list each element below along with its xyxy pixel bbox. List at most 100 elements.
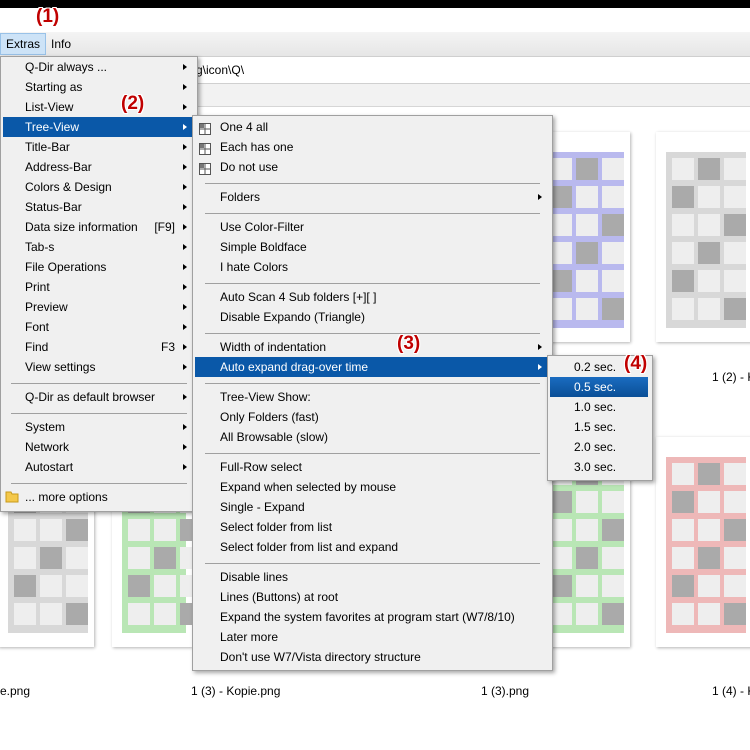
thumb-cell [698,158,720,180]
extras-item-system[interactable]: System [3,417,193,437]
extras-item-starting-as[interactable]: Starting as [3,77,193,97]
thumb-red-preview[interactable] [656,437,750,647]
submenu-arrow-icon [183,304,187,310]
menu-extras[interactable]: Extras [0,33,46,55]
tree-item-simple-boldface[interactable]: Simple Boldface [195,237,548,257]
thumb-cell [698,519,720,541]
tree-item-all-browsable-slow[interactable]: All Browsable (slow) [195,427,548,447]
menu-item-label: 2.0 sec. [574,440,617,454]
time-option-selected[interactable]: 0.5 sec. [550,377,648,397]
menu-item-label: Q-Dir as default browser [25,390,156,404]
extras-item-more-options[interactable]: ... more options [3,487,193,507]
extras-item-view-settings[interactable]: View settings [3,357,193,377]
extras-item-network[interactable]: Network [3,437,193,457]
extras-item-q-dir-always[interactable]: Q-Dir always ... [3,57,193,77]
extras-item-tab-s[interactable]: Tab-s [3,237,193,257]
menu-item-label: Tree-View [25,120,80,134]
thumb-cell [128,603,150,625]
file-name[interactable]: 1 (3) - Kopie.png [191,684,280,698]
thumb-cell [550,214,572,236]
thumb-cell [672,158,694,180]
thumb-cell [550,547,572,569]
menu-item-label: ... more options [25,490,108,504]
thumb-cell [672,298,694,320]
menu-item-label: Auto expand drag-over time [220,360,369,374]
submenu-arrow-icon [183,64,187,70]
address-input[interactable]: g\icon\Q\ [196,61,244,79]
extras-item-print[interactable]: Print [3,277,193,297]
thumb-cell [576,214,598,236]
tree-item-folders[interactable]: Folders [195,187,548,207]
tree-item-don-t-use-w7-vista-directory-structure[interactable]: Don't use W7/Vista directory structure [195,647,548,667]
extras-item-title-bar[interactable]: Title-Bar [3,137,193,157]
annotation-1: (1) [36,6,60,27]
file-name[interactable]: 1 (2) - K [712,370,750,384]
tree-item-disable-expando-triangle[interactable]: Disable Expando (Triangle) [195,307,548,327]
thumb-cell [550,186,572,208]
thumb-cell [550,158,572,180]
menu-item-label: File Operations [25,260,107,274]
extras-item-status-bar[interactable]: Status-Bar [3,197,193,217]
extras-item-colors-design[interactable]: Colors & Design [3,177,193,197]
thumb-cell [724,603,746,625]
extras-item-preview[interactable]: Preview [3,297,193,317]
extras-item-tree-view[interactable]: Tree-View [3,117,193,137]
tree-item-expand-when-selected-by-mouse[interactable]: Expand when selected by mouse [195,477,548,497]
menu-item-label: 1.0 sec. [574,400,617,414]
tree-item-full-row-select[interactable]: Full-Row select [195,457,548,477]
submenu-arrow-icon [183,464,187,470]
tree-item-expand-the-system-favorites-at-program-start-w7-8-10[interactable]: Expand the system favorites at program s… [195,607,548,627]
file-name[interactable]: e.png [0,684,30,698]
thumb-cell [672,270,694,292]
extras-item-list-view[interactable]: List-View [3,97,193,117]
time-option-2-0[interactable]: 2.0 sec. [550,437,648,457]
thumb-cell [550,575,572,597]
thumb-cell [672,463,694,485]
submenu-arrow-icon [183,184,187,190]
extras-item-q-dir-as-default-browser[interactable]: Q-Dir as default browser [3,387,193,407]
tree-item-later-more[interactable]: Later more [195,627,548,647]
thumb-cell [40,575,62,597]
tree-item-select-folder-from-list-and-expand[interactable]: Select folder from list and expand [195,537,548,557]
thumb-cell [40,547,62,569]
submenu-arrow-icon [183,244,187,250]
extras-item-file-operations[interactable]: File Operations [3,257,193,277]
tree-item-tree-view-show[interactable]: Tree-View Show: [195,387,548,407]
tree-item-auto-expand-drag-over-time[interactable]: Auto expand drag-over time [195,357,548,377]
file-name[interactable]: 1 (4) - K [712,684,750,698]
extras-item-autostart[interactable]: Autostart [3,457,193,477]
tree-item-one-4-all[interactable]: One 4 all [195,117,548,137]
extras-item-find[interactable]: Find F3 [3,337,193,357]
tree-item-do-not-use[interactable]: Do not use [195,157,548,177]
tree-item-select-folder-from-list[interactable]: Select folder from list [195,517,548,537]
menu-item-label: Font [25,320,50,334]
tree-item-i-hate-colors[interactable]: I hate Colors [195,257,548,277]
tree-item-use-color-filter[interactable]: Use Color-Filter [195,217,548,237]
time-option-3-0[interactable]: 3.0 sec. [550,457,648,477]
extras-item-data-size-information[interactable]: Data size information [F9] [3,217,193,237]
tree-item-disable-lines[interactable]: Disable lines [195,567,548,587]
time-option-1-0[interactable]: 1.0 sec. [550,397,648,417]
tree-item-each-has-one[interactable]: Each has one [195,137,548,157]
menu-item-label: Disable lines [220,570,289,584]
file-name[interactable]: 1 (3).png [481,684,529,698]
thumb-cell [672,603,694,625]
thumb-cell [576,575,598,597]
tree-item-lines-buttons-at-root[interactable]: Lines (Buttons) at root [195,587,548,607]
menu-info[interactable]: Info [46,34,76,54]
thumb-cell [602,519,624,541]
tree-item-only-folders-fast[interactable]: Only Folders (fast) [195,407,548,427]
tree-item-single-expand[interactable]: Single - Expand [195,497,548,517]
thumb-cell [602,491,624,513]
time-option-1-5[interactable]: 1.5 sec. [550,417,648,437]
tree-item-width-of-indentation[interactable]: Width of indentation [195,337,548,357]
menu-item-label: Preview [25,300,68,314]
extras-item-address-bar[interactable]: Address-Bar [3,157,193,177]
extras-item-font[interactable]: Font [3,317,193,337]
tree-item-auto-scan-4-sub-folders[interactable]: Auto Scan 4 Sub folders [+][ ] [195,287,548,307]
thumb-gray-preview[interactable] [656,132,750,342]
thumb-cell [724,547,746,569]
thumb-cell [724,491,746,513]
thumb-cell [576,270,598,292]
thumb-grid [544,152,624,328]
